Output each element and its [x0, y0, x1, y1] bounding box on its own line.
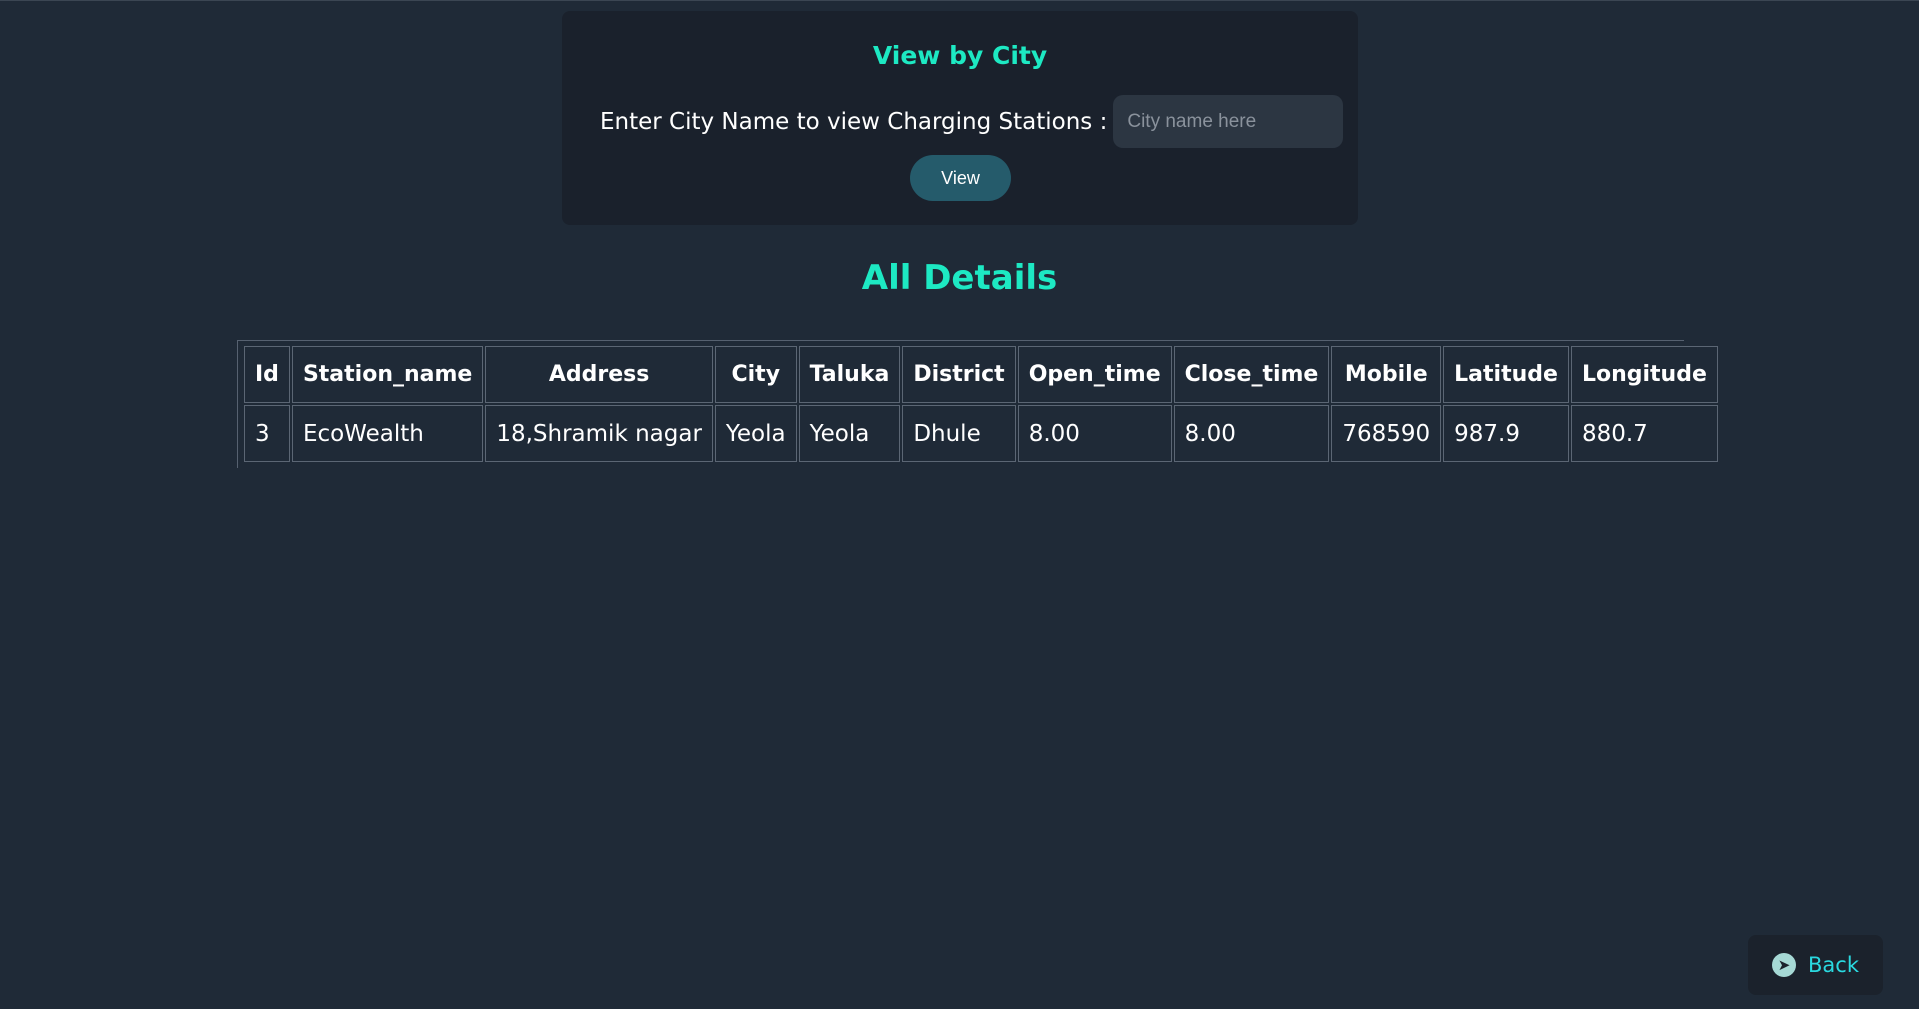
- back-button-label: Back: [1808, 953, 1859, 977]
- all-details-title: All Details: [861, 258, 1058, 298]
- header-close-time: Close_time: [1173, 346, 1330, 403]
- panel-title: View by City: [872, 41, 1048, 70]
- cell-station-name: EcoWealth: [291, 405, 484, 462]
- cell-longitude: 880.7: [1570, 405, 1718, 462]
- table-row: 3 EcoWealth 18,Shramik nagar Yeola Yeola…: [244, 405, 1718, 462]
- cell-latitude: 987.9: [1443, 405, 1569, 462]
- back-arrow-icon: ➤: [1772, 953, 1796, 977]
- header-mobile: Mobile: [1331, 346, 1442, 403]
- header-city: City: [714, 346, 797, 403]
- city-search-label: Enter City Name to view Charging Station…: [600, 108, 1108, 135]
- back-button[interactable]: ➤ Back: [1748, 935, 1883, 995]
- header-taluka: Taluka: [798, 346, 901, 403]
- top-divider: [0, 0, 1919, 1]
- table-header-row: Id Station_name Address City Taluka Dist…: [244, 346, 1718, 403]
- cell-taluka: Yeola: [798, 405, 901, 462]
- city-search-input[interactable]: [1113, 95, 1344, 148]
- view-button[interactable]: View: [910, 155, 1011, 201]
- header-longitude: Longitude: [1570, 346, 1718, 403]
- header-open-time: Open_time: [1017, 346, 1172, 403]
- cell-city: Yeola: [714, 405, 797, 462]
- cell-mobile: 768590: [1331, 405, 1442, 462]
- cell-district: Dhule: [902, 405, 1016, 462]
- cell-id: 3: [244, 405, 290, 462]
- cell-address: 18,Shramik nagar: [485, 405, 713, 462]
- header-address: Address: [485, 346, 713, 403]
- cell-open-time: 8.00: [1017, 405, 1172, 462]
- header-latitude: Latitude: [1443, 346, 1569, 403]
- header-station-name: Station_name: [291, 346, 484, 403]
- search-row: Enter City Name to view Charging Station…: [600, 95, 1344, 148]
- details-table-container: Id Station_name Address City Taluka Dist…: [237, 340, 1718, 468]
- cell-close-time: 8.00: [1173, 405, 1330, 462]
- header-district: District: [902, 346, 1016, 403]
- details-table: Id Station_name Address City Taluka Dist…: [242, 344, 1720, 464]
- view-by-city-panel: View by City Enter City Name to view Cha…: [562, 11, 1358, 225]
- header-id: Id: [244, 346, 290, 403]
